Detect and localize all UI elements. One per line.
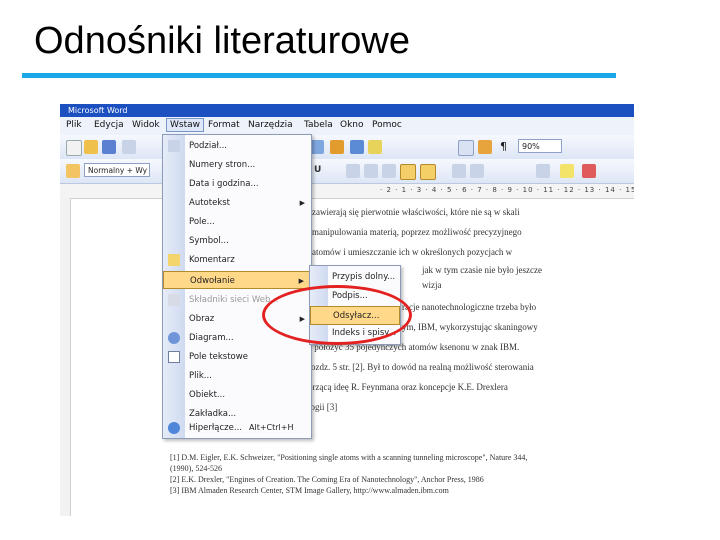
horizontal-ruler[interactable]: · 2 · 1 · 3 · 4 · 5 · 6 · 7 · 8 · 9 · 10…: [60, 184, 634, 199]
bullets-icon[interactable]: [470, 164, 484, 178]
drawing-icon[interactable]: [368, 140, 382, 154]
menu-table[interactable]: Tabela: [304, 120, 333, 130]
highlight-ellipse: [262, 285, 412, 345]
menu-item-break[interactable]: Podział...: [163, 137, 311, 155]
menu-window[interactable]: Okno: [340, 120, 364, 130]
highlight-icon[interactable]: [560, 164, 574, 178]
new-icon[interactable]: [66, 140, 82, 156]
justify-icon[interactable]: [400, 164, 416, 180]
menu-tools[interactable]: Narzędzia: [248, 120, 293, 130]
reference-line: [1] D.M. Eigler, E.K. Schweizer, "Positi…: [170, 453, 528, 462]
doc-line: manipulowania materią, poprzez możliwość…: [312, 227, 522, 237]
menu-item-field[interactable]: Pole...: [163, 213, 311, 231]
open-icon[interactable]: [84, 140, 98, 154]
show-formatting-icon[interactable]: ¶: [500, 140, 507, 153]
submenu-item-footnote[interactable]: Przypis dolny...: [310, 268, 400, 287]
menu-format[interactable]: Format: [208, 120, 240, 130]
document-map-icon[interactable]: [478, 140, 492, 154]
diagram-icon: [168, 332, 180, 344]
menu-insert[interactable]: Wstaw: [166, 118, 204, 132]
submenu-arrow-icon: ▶: [299, 199, 305, 207]
save-icon[interactable]: [102, 140, 116, 154]
reference-line: (1990), 524-526: [170, 464, 222, 473]
vertical-ruler[interactable]: [60, 198, 71, 516]
reference-line: [3] IBM Almaden Research Center, STM Ima…: [170, 486, 449, 495]
window-titlebar: Microsoft Word: [60, 104, 634, 117]
text-box-icon: [168, 351, 180, 363]
reference-line: [2] E.K. Drexler, "Engines of Creation. …: [170, 475, 484, 484]
hyperlink-icon: [168, 422, 180, 434]
web-component-icon: [168, 294, 180, 306]
menu-item-comment[interactable]: Komentarz: [163, 251, 311, 269]
page-break-icon: [168, 140, 180, 152]
align-center-icon[interactable]: [364, 164, 378, 178]
line-spacing-icon[interactable]: [420, 164, 436, 180]
styles-icon[interactable]: [66, 164, 80, 178]
menu-item-text-box[interactable]: Pole tekstowe: [163, 348, 311, 366]
zoom-select[interactable]: 90%: [518, 139, 562, 153]
doc-line: ym, IBM, wykorzystując skaningowy: [402, 322, 538, 332]
menu-item-reference[interactable]: Odwołanie ▶: [163, 271, 311, 289]
ruler-scale: · 2 · 1 · 3 · 4 · 5 · 6 · 7 · 8 · 9 · 10…: [380, 186, 634, 194]
doc-line: racje nanotechnologiczne trzeba było: [402, 302, 537, 312]
menu-item-page-numbers[interactable]: Numery stron...: [163, 156, 311, 174]
menu-item-object[interactable]: Obiekt...: [163, 386, 311, 404]
menu-help[interactable]: Pomoc: [372, 120, 402, 130]
align-left-icon[interactable]: [346, 164, 360, 178]
menu-item-date-time[interactable]: Data i godzina...: [163, 175, 311, 193]
doc-line: atomów i umieszczanie ich w określonych …: [312, 247, 513, 257]
tables-borders-icon[interactable]: [330, 140, 344, 154]
standard-toolbar: ¶ 90%: [60, 135, 634, 160]
font-color-icon[interactable]: [582, 164, 596, 178]
formatting-toolbar: Normalny + Wy U: [60, 159, 634, 184]
menu-view[interactable]: Widok: [132, 120, 160, 130]
style-select[interactable]: Normalny + Wy: [84, 163, 150, 177]
doc-line: jak w tym czasie nie było jeszcze: [422, 265, 542, 275]
insert-menu: Podział... Numery stron... Data i godzin…: [162, 134, 312, 439]
doc-line: logii [3]: [308, 402, 338, 412]
table-icon[interactable]: [310, 140, 324, 154]
menu-item-autotext[interactable]: Autotekst ▶: [163, 194, 311, 212]
columns-icon[interactable]: [350, 140, 364, 154]
menu-item-symbol[interactable]: Symbol...: [163, 232, 311, 250]
slide-title: Odnośniki literaturowe: [34, 20, 410, 62]
numbering-icon[interactable]: [452, 164, 466, 178]
underline-icon[interactable]: U: [314, 165, 321, 175]
comment-icon: [168, 254, 180, 266]
menu-edit[interactable]: Edycja: [94, 120, 124, 130]
menu-file[interactable]: Plik: [66, 120, 82, 130]
print-icon[interactable]: [122, 140, 136, 154]
doc-line: wizja: [422, 280, 442, 290]
menu-bar: Plik Edycja Widok Wstaw Format Narzędzia…: [60, 117, 634, 136]
border-icon[interactable]: [536, 164, 550, 178]
title-underline: [22, 73, 616, 78]
menu-item-file[interactable]: Plik...: [163, 367, 311, 385]
doc-line: orzącą ideę R. Feynmana oraz koncepcje K…: [308, 382, 508, 392]
menu-item-hyperlink[interactable]: Hiperłącze... Alt+Ctrl+H: [163, 419, 311, 437]
align-right-icon[interactable]: [382, 164, 396, 178]
doc-line: zawierają się pierwotnie właściwości, kt…: [312, 207, 520, 217]
doc-line: rozdz. 5 str. [2]. Był to dowód na realn…: [308, 362, 534, 372]
hyperlink-shortcut: Alt+Ctrl+H: [249, 423, 294, 432]
hyperlink-toolbar-icon[interactable]: [458, 140, 474, 156]
